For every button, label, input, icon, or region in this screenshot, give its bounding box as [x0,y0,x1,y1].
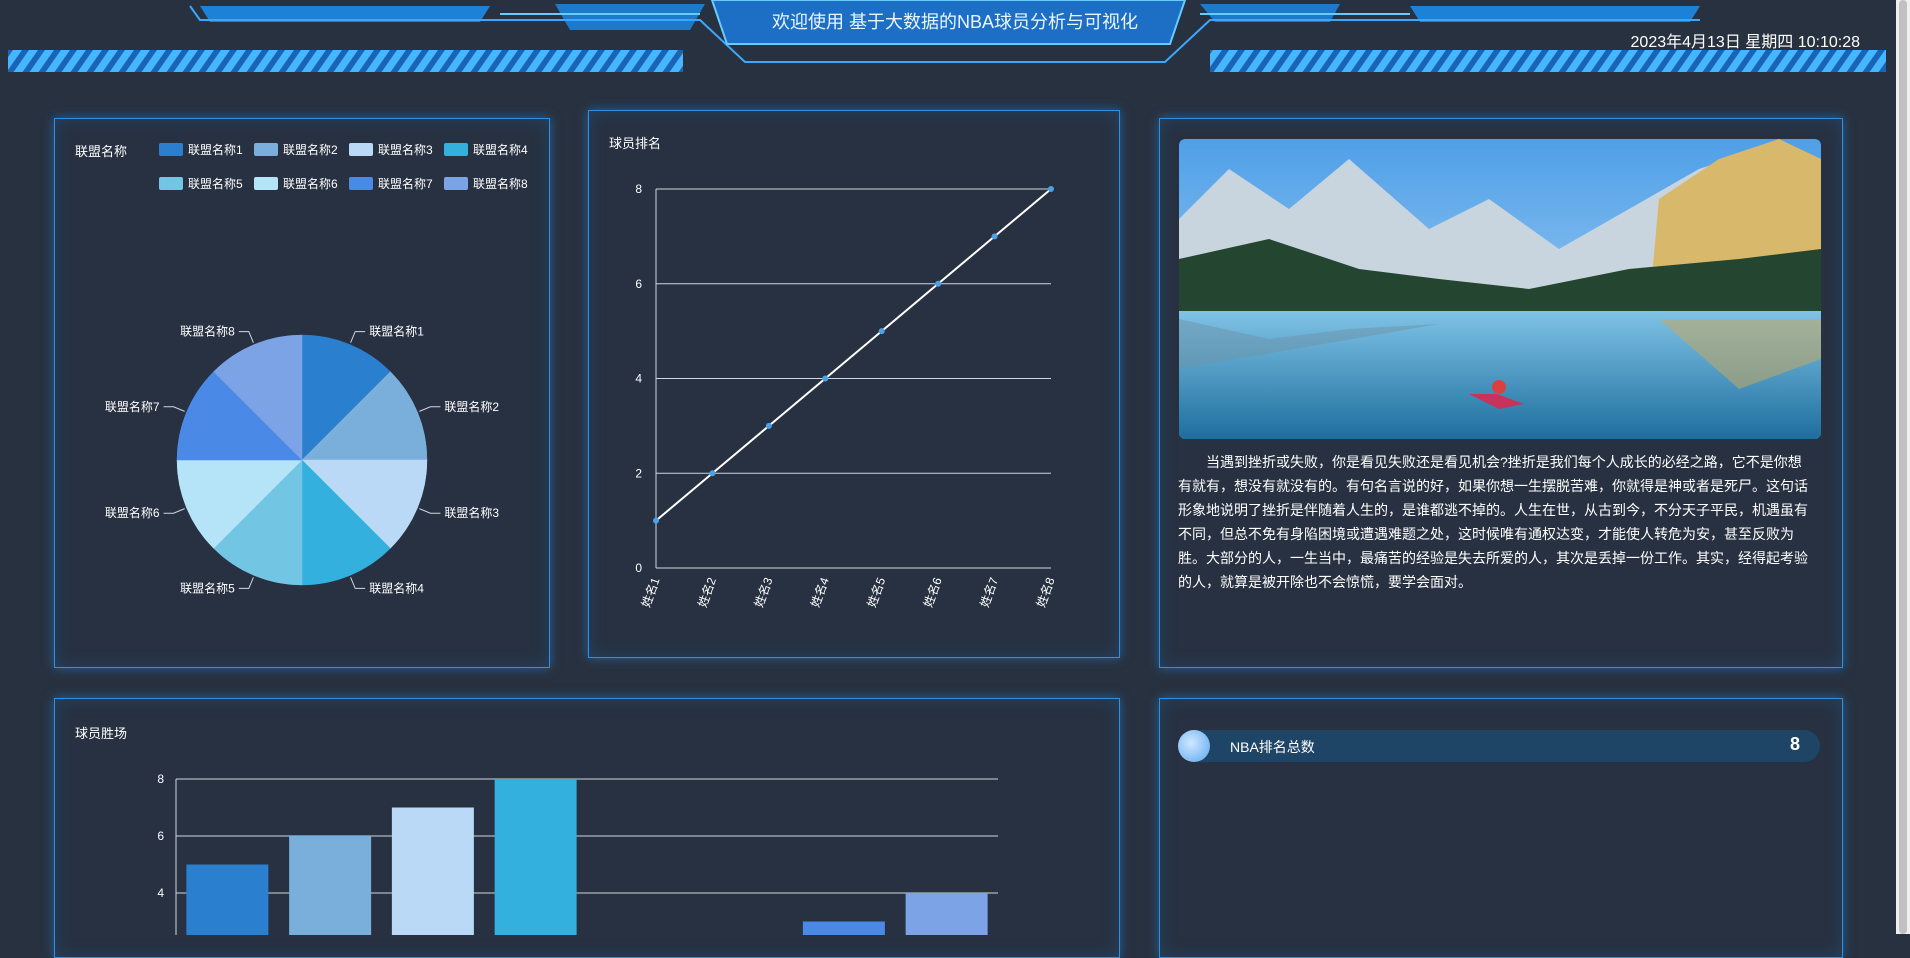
x-tick-label: 姓名6 [920,575,945,609]
pie-slice-label: 联盟名称6 [105,505,160,520]
bar[interactable] [391,807,474,936]
y-tick-label: 4 [635,372,642,386]
line-point[interactable] [709,470,716,477]
page-scrollbar[interactable] [1896,0,1910,934]
landscape-image [1179,139,1821,439]
line-point[interactable] [935,280,942,287]
pie-slice-label: 联盟名称7 [105,399,160,414]
y-tick-label: 0 [635,561,642,575]
pie-slice-label: 联盟名称4 [369,580,424,595]
x-tick-label: 姓名7 [977,575,1002,609]
line-point[interactable] [1048,186,1054,192]
bar[interactable] [494,779,577,935]
player-rank-panel: 球员排名 0 2 4 6 8 姓名1 姓名2 姓名3 姓名4 姓名5 姓名6 姓名7 姓名8 [588,110,1120,658]
x-tick-label: 姓名5 [864,575,889,609]
pie-label-line [419,406,441,412]
scrollbar-thumb[interactable] [1899,0,1907,934]
y-tick-label: 4 [157,886,164,900]
pie-chart: 联盟名称1 联盟名称2 联盟名称3 联盟名称4 联盟名称5 联盟名称6 联盟名称7 联盟名称8 [105,324,500,596]
article-text: 当遇到挫折或失败，你是看见失败还是看见机会?挫折是我们每个人成长的必经之路，它不… [1178,454,1808,590]
stat-total-bar: NBA排名总数 8 [1178,730,1820,762]
bar[interactable] [905,893,988,935]
line-point[interactable] [765,422,772,429]
line-point[interactable] [991,233,998,240]
pie-label-line [163,406,185,412]
player-wins-panel: 球员胜场 468 [54,698,1120,958]
bar[interactable] [186,864,269,936]
pie-slice-label: 联盟名称1 [369,324,424,339]
pie-label-line [350,577,366,589]
pie-slice-label: 联盟名称5 [180,580,235,595]
pie-label-line [163,508,185,514]
stat-dot-icon [1178,730,1210,762]
pie-label-line [350,331,366,343]
y-tick-label: 8 [635,182,642,196]
x-tick-label: 姓名4 [807,575,832,609]
y-tick-label: 6 [157,829,164,843]
line-point[interactable] [878,328,885,335]
x-tick-label: 姓名2 [694,575,719,609]
x-tick-label: 姓名8 [1033,575,1058,609]
pie-slice-label: 联盟名称3 [444,505,499,520]
bar[interactable] [802,921,885,936]
pie-label-line [419,508,441,514]
bar[interactable] [289,836,372,935]
pie-slice-label: 联盟名称8 [180,324,235,339]
pie-label-line [238,577,254,589]
line-chart: 0 2 4 6 8 姓名1 姓名2 姓名3 姓名4 姓名5 姓名6 姓名7 姓名8 [635,182,1058,609]
pie-label-line [238,331,254,343]
bar-chart: 4 6 8 [157,772,998,936]
datetime-display: 2023年4月13日 星期四 10:10:28 [1630,34,1860,51]
y-tick-label: 2 [635,466,642,480]
pie-slice-label: 联盟名称2 [444,399,499,414]
stat-label: NBA排名总数 [1230,739,1315,755]
league-pie-panel: 联盟名称 联盟名称1 联盟名称2 联盟名称3 联盟名称4 联盟名称5 联盟名称6 联盟名称7… [54,118,550,668]
line-point[interactable] [822,375,829,382]
y-tick-label: 6 [635,277,642,291]
line-series [655,188,1052,522]
stat-value: 8 [1789,734,1800,754]
line-point[interactable] [653,517,659,524]
y-tick-label: 8 [157,772,164,786]
x-tick-label: 姓名3 [751,575,776,609]
x-tick-label: 姓名1 [638,575,663,609]
page-title: 欢迎使用 基于大数据的NBA球员分析与可视化 [771,12,1138,32]
